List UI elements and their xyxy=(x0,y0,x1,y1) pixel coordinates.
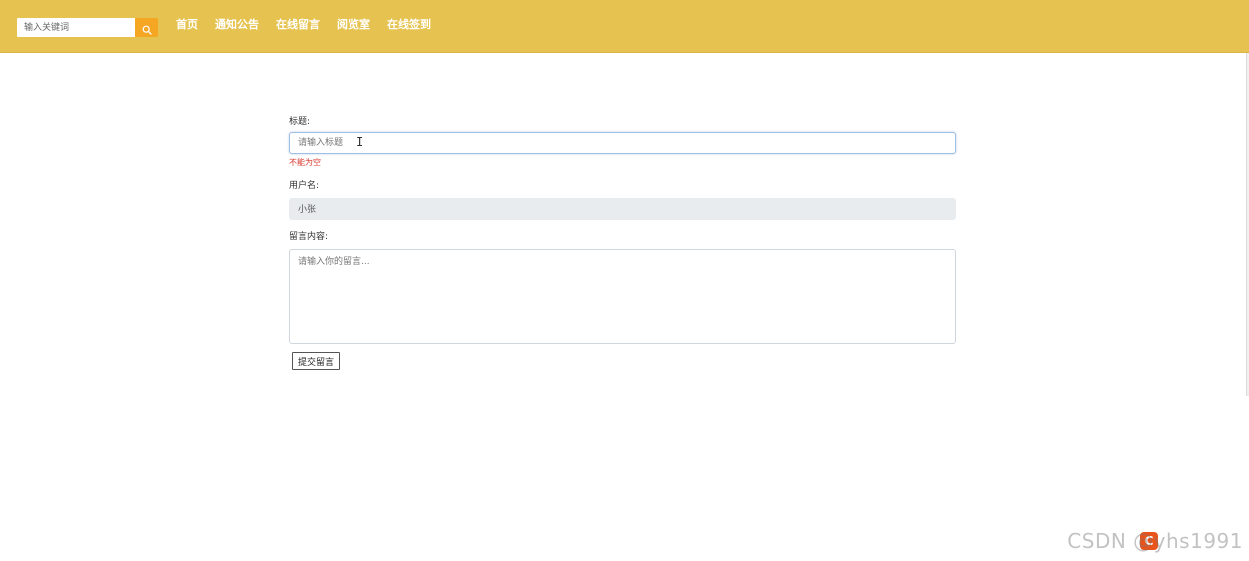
title-label: 标题: xyxy=(289,117,311,127)
text-cursor-icon: I xyxy=(356,135,364,149)
top-navigation-bar: 首页 通知公告 在线留言 阅览室 在线签到 xyxy=(0,0,1249,53)
csdn-watermark: CSDN @yhs1991 xyxy=(1067,529,1243,553)
nav-reading-room[interactable]: 阅览室 xyxy=(337,18,370,34)
nav-home[interactable]: 首页 xyxy=(176,18,198,34)
username-label: 用户名: xyxy=(289,181,320,191)
title-input[interactable] xyxy=(289,132,956,154)
nav-check-in[interactable]: 在线签到 xyxy=(387,18,431,34)
search-button[interactable] xyxy=(135,18,158,37)
search-box xyxy=(17,18,158,37)
submit-message-button[interactable]: 提交留言 xyxy=(292,352,340,370)
search-icon xyxy=(142,25,152,35)
nav-messages[interactable]: 在线留言 xyxy=(276,18,320,34)
search-input[interactable] xyxy=(17,18,135,37)
message-content-textarea[interactable] xyxy=(289,249,956,344)
main-nav: 首页 通知公告 在线留言 阅览室 在线签到 xyxy=(176,18,431,34)
username-field: 小张 xyxy=(289,198,956,220)
title-error-message: 不能为空 xyxy=(289,158,321,167)
nav-notices[interactable]: 通知公告 xyxy=(215,18,259,34)
content-label: 留言内容: xyxy=(289,232,329,242)
